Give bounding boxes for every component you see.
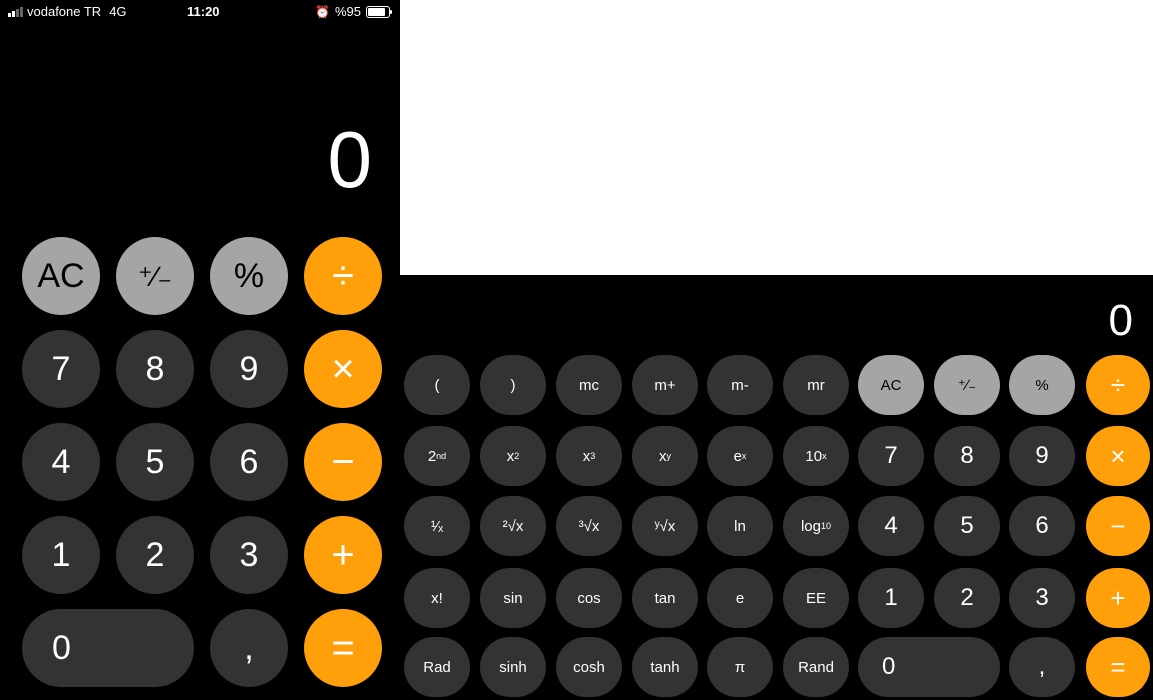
digit-3-button[interactable]: 3 xyxy=(210,516,288,594)
digit-2-button[interactable]: 2 xyxy=(116,516,194,594)
square-button[interactable]: x2 xyxy=(480,426,546,486)
digit-6-button-landscape[interactable]: 6 xyxy=(1009,496,1075,556)
log10-button[interactable]: log 10 xyxy=(783,496,849,556)
digit-2-button-landscape[interactable]: 2 xyxy=(934,568,1000,628)
multiply-button-landscape[interactable]: × xyxy=(1086,426,1150,486)
exp-ten-button[interactable]: 10 x xyxy=(783,426,849,486)
open-paren-button[interactable]: ( xyxy=(404,355,470,415)
euler-constant-button[interactable]: e xyxy=(707,568,773,628)
reciprocal-button[interactable]: ¹⁄ₓ xyxy=(404,496,470,556)
digit-3-button-landscape[interactable]: 3 xyxy=(1009,568,1075,628)
random-button[interactable]: Rand xyxy=(783,637,849,697)
divide-button-landscape[interactable]: ÷ xyxy=(1086,355,1150,415)
power-exp: y xyxy=(666,451,672,461)
all-clear-button[interactable]: AC xyxy=(22,237,100,315)
digit-9-button[interactable]: 9 xyxy=(210,330,288,408)
cube-exp: 3 xyxy=(590,451,596,461)
tangent-button[interactable]: tan xyxy=(632,568,698,628)
exp-e-base: e xyxy=(733,447,742,465)
y-root-button[interactable]: ʸ√x xyxy=(632,496,698,556)
exp-e-button[interactable]: ex xyxy=(707,426,773,486)
status-bar: vodafone TR 4G 11:20 ⏰ %95 xyxy=(0,0,400,22)
percent-button-landscape[interactable]: % xyxy=(1009,355,1075,415)
digit-7-button-landscape[interactable]: 7 xyxy=(858,426,924,486)
hyperbolic-tangent-button[interactable]: tanh xyxy=(632,637,698,697)
cube-base: x xyxy=(582,447,591,465)
carrier-name: vodafone TR xyxy=(27,4,102,19)
digit-6-button[interactable]: 6 xyxy=(210,423,288,501)
digit-1-button[interactable]: 1 xyxy=(22,516,100,594)
radians-button[interactable]: Rad xyxy=(404,637,470,697)
add-button[interactable]: + xyxy=(304,516,382,594)
all-clear-button-landscape[interactable]: AC xyxy=(858,355,924,415)
equals-button-landscape[interactable]: = xyxy=(1086,637,1150,697)
digit-0-button[interactable]: 0 xyxy=(22,609,194,687)
digit-4-button-landscape[interactable]: 4 xyxy=(858,496,924,556)
square-base: x xyxy=(506,447,515,465)
power-button[interactable]: xy xyxy=(632,426,698,486)
second-label: 2 xyxy=(427,447,437,465)
cube-root-button[interactable]: ³√x xyxy=(556,496,622,556)
battery-icon xyxy=(366,5,392,18)
multiply-button[interactable]: × xyxy=(304,330,382,408)
digit-1-button-landscape[interactable]: 1 xyxy=(858,568,924,628)
portrait-calculator: vodafone TR 4G 11:20 ⏰ %95 0 AC ⁺∕₋ % ÷ … xyxy=(0,0,400,700)
log-base: 10 xyxy=(821,521,832,531)
status-time: 11:20 xyxy=(187,4,220,19)
pi-button[interactable]: π xyxy=(707,637,773,697)
scientific-notation-button[interactable]: EE xyxy=(783,568,849,628)
square-exp: 2 xyxy=(514,451,520,461)
status-right: ⏰ %95 xyxy=(315,4,392,19)
second-sup: nd xyxy=(436,451,447,461)
signal-strength-icon xyxy=(8,6,23,17)
subtract-button-landscape[interactable]: − xyxy=(1086,496,1150,556)
square-root-button[interactable]: ²√x xyxy=(480,496,546,556)
alarm-icon: ⏰ xyxy=(315,4,330,19)
digit-5-button[interactable]: 5 xyxy=(116,423,194,501)
exp-e-exp: x xyxy=(741,451,747,461)
digit-5-button-landscape[interactable]: 5 xyxy=(934,496,1000,556)
factorial-button[interactable]: x! xyxy=(404,568,470,628)
cosine-button[interactable]: cos xyxy=(556,568,622,628)
digit-8-button-landscape[interactable]: 8 xyxy=(934,426,1000,486)
digit-8-button[interactable]: 8 xyxy=(116,330,194,408)
result-display-landscape: 0 xyxy=(1108,296,1133,345)
add-button-landscape[interactable]: + xyxy=(1086,568,1150,628)
close-paren-button[interactable]: ) xyxy=(480,355,546,415)
log-label: log xyxy=(800,517,821,535)
result-display: 0 xyxy=(327,115,373,204)
percent-button[interactable]: % xyxy=(210,237,288,315)
memory-add-button[interactable]: m+ xyxy=(632,355,698,415)
sign-toggle-button-landscape[interactable]: ⁺∕₋ xyxy=(934,355,1000,415)
memory-clear-button[interactable]: mc xyxy=(556,355,622,415)
digit-0-button-landscape[interactable]: 0 xyxy=(858,637,1000,697)
power-base: x xyxy=(659,447,667,465)
memory-recall-button[interactable]: mr xyxy=(783,355,849,415)
decimal-comma-button-landscape[interactable]: , xyxy=(1009,637,1075,697)
digit-7-button[interactable]: 7 xyxy=(22,330,100,408)
battery-percentage: %95 xyxy=(334,4,361,19)
exp-ten-exp: x xyxy=(822,451,827,461)
sign-toggle-button[interactable]: ⁺∕₋ xyxy=(116,237,194,315)
network-type: 4G xyxy=(109,4,127,19)
hyperbolic-sine-button[interactable]: sinh xyxy=(480,637,546,697)
equals-button[interactable]: = xyxy=(304,609,382,687)
landscape-calculator: 0 ( ) mc m+ m- mr AC ⁺∕₋ % ÷ 2nd x2 x3 x… xyxy=(400,275,1153,700)
subtract-button[interactable]: − xyxy=(304,423,382,501)
decimal-comma-button[interactable]: , xyxy=(210,609,288,687)
sine-button[interactable]: sin xyxy=(480,568,546,628)
exp-ten-base: 10 xyxy=(805,447,823,465)
memory-subtract-button[interactable]: m- xyxy=(707,355,773,415)
digit-9-button-landscape[interactable]: 9 xyxy=(1009,426,1075,486)
natural-log-button[interactable]: ln xyxy=(707,496,773,556)
hyperbolic-cosine-button[interactable]: cosh xyxy=(556,637,622,697)
divide-button[interactable]: ÷ xyxy=(304,237,382,315)
second-function-button[interactable]: 2nd xyxy=(404,426,470,486)
status-left: vodafone TR 4G xyxy=(8,4,127,19)
digit-4-button[interactable]: 4 xyxy=(22,423,100,501)
cube-button[interactable]: x3 xyxy=(556,426,622,486)
